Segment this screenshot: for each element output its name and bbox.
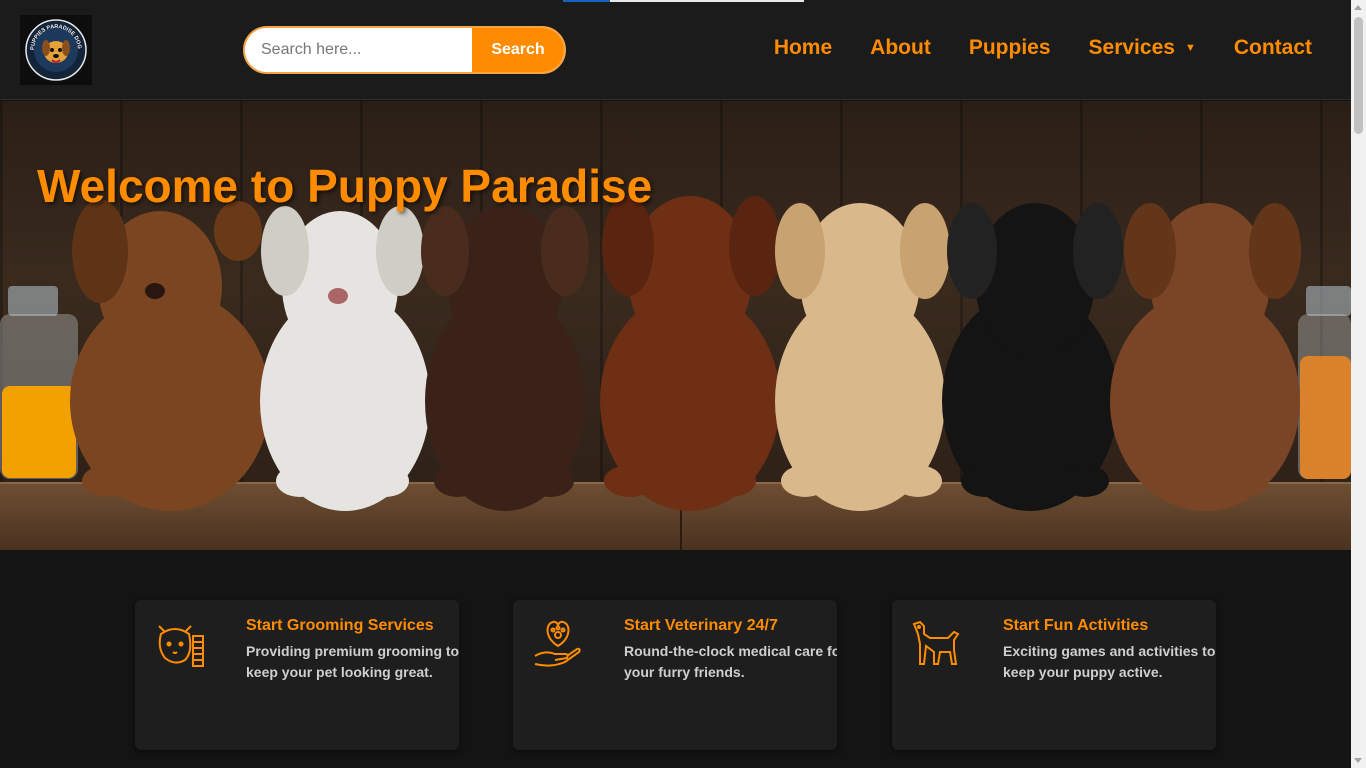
service-card-activities[interactable]: Start Fun Activities Exciting games and … — [892, 600, 1216, 750]
service-description: Providing premium grooming to keep your … — [246, 643, 459, 680]
nav-puppies-label: Puppies — [968, 36, 1051, 59]
site-header: PUPPIES PARADISE DOGS Search Home About … — [0, 0, 1351, 100]
nav-about-label: About — [870, 36, 931, 59]
dog-7 — [1110, 203, 1301, 511]
dog-3 — [421, 206, 589, 511]
hero-title: Welcome to Puppy Paradise — [37, 160, 653, 212]
caret-down-icon: ▼ — [1184, 42, 1196, 54]
nav-puppies[interactable]: Puppies — [969, 36, 1051, 60]
search-input[interactable] — [245, 28, 472, 72]
nav-services-label: Services — [1088, 36, 1175, 59]
nav-services[interactable]: Services ▼ — [1089, 36, 1196, 60]
nav-home[interactable]: Home — [774, 36, 832, 60]
service-card-veterinary[interactable]: Start Veterinary 24/7 Round-the-clock me… — [513, 600, 837, 750]
scroll-up-icon[interactable] — [1354, 5, 1362, 10]
dog-4 — [600, 196, 781, 511]
search-button[interactable]: Search — [472, 28, 564, 72]
dog-2 — [260, 206, 430, 511]
hero-banner: Welcome to Puppy Paradise — [0, 101, 1351, 550]
scroll-down-icon[interactable] — [1354, 758, 1362, 763]
dog-icon — [912, 620, 960, 665]
nav-contact[interactable]: Contact — [1234, 36, 1312, 60]
scrollbar-thumb[interactable] — [1354, 17, 1363, 134]
grooming-icon — [158, 625, 204, 667]
service-description: Exciting games and activities to keep yo… — [1003, 643, 1216, 680]
nav-home-label: Home — [773, 36, 833, 59]
service-title: Start Grooming Services — [246, 617, 434, 634]
nav-contact-label: Contact — [1233, 36, 1312, 59]
service-card-grooming[interactable]: Start Grooming Services Providing premiu… — [135, 600, 459, 750]
service-title: Start Veterinary 24/7 — [624, 617, 778, 634]
logo-dog-icon: PUPPIES PARADISE DOGS — [24, 18, 87, 81]
service-description: Round-the-clock medical care for your fu… — [624, 643, 837, 680]
nav-about[interactable]: About — [870, 36, 931, 60]
page-load-progress — [563, 0, 804, 2]
search-bar: Search — [243, 26, 566, 74]
dog-1 — [70, 199, 270, 511]
service-title: Start Fun Activities — [1003, 617, 1149, 634]
dog-5 — [775, 203, 950, 511]
page-scrollbar[interactable] — [1351, 0, 1366, 768]
main-nav: Home About Puppies Services ▼ Contact — [736, 36, 1312, 60]
site-logo[interactable]: PUPPIES PARADISE DOGS — [20, 15, 92, 85]
dog-6 — [942, 203, 1123, 511]
veterinary-paw-heart-icon — [534, 620, 581, 667]
